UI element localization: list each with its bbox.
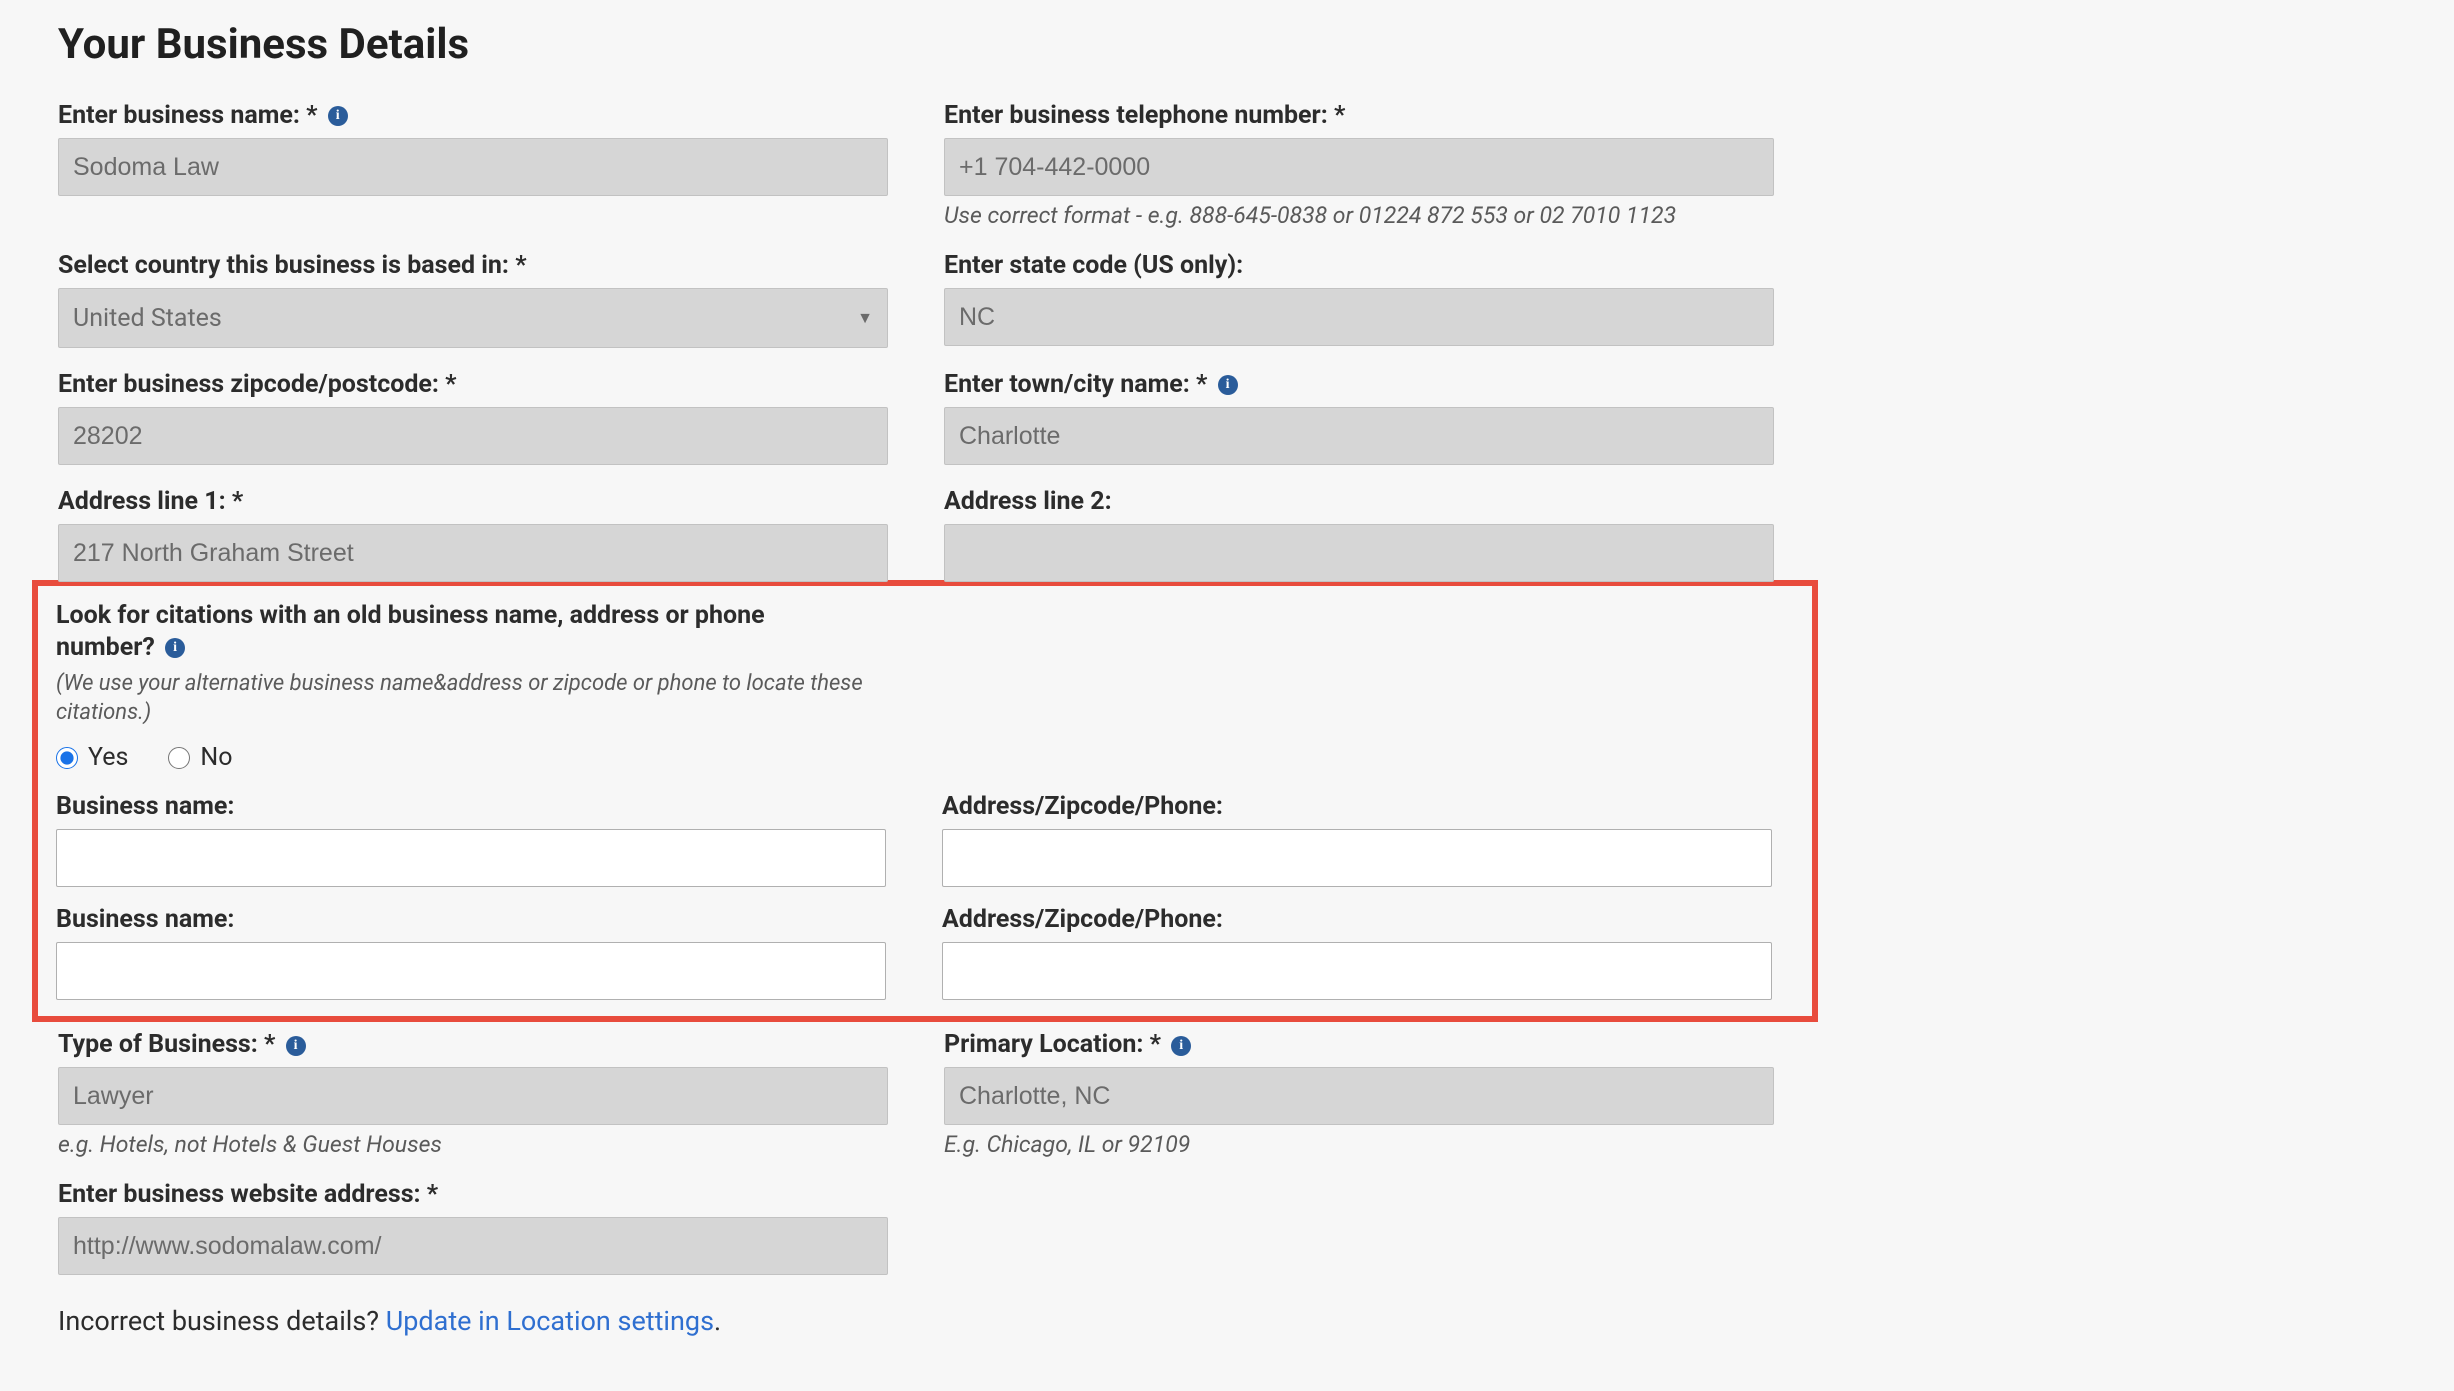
row-country-state: Select country this business is based in… — [58, 251, 1818, 348]
citations-no-label: No — [200, 743, 232, 772]
info-icon[interactable]: i — [1218, 375, 1238, 395]
row-type-location: Type of Business: * i e.g. Hotels, not H… — [58, 1030, 1818, 1158]
footer-prefix: Incorrect business details? — [58, 1305, 386, 1337]
row-website: Enter business website address: * — [58, 1180, 1818, 1275]
town-city-label-text: Enter town/city name: * — [944, 370, 1207, 399]
footer-suffix: . — [714, 1305, 721, 1337]
info-icon[interactable]: i — [165, 638, 185, 658]
citations-highlight-box: Look for citations with an old business … — [32, 580, 1818, 1022]
citations-yes-label: Yes — [88, 743, 128, 772]
primary-location-label-text: Primary Location: * — [944, 1030, 1161, 1059]
business-name-label-text: Enter business name: * — [58, 101, 318, 130]
website-label: Enter business website address: * — [58, 1180, 888, 1209]
business-type-input[interactable] — [58, 1067, 888, 1125]
business-name-input[interactable] — [58, 138, 888, 196]
town-city-label: Enter town/city name: * i — [944, 370, 1774, 399]
alt-row-1: Business name: Address/Zipcode/Phone: — [56, 792, 1794, 887]
business-type-label-text: Type of Business: * — [58, 1030, 275, 1059]
address1-label: Address line 1: * — [58, 487, 888, 516]
alt-address-1-input[interactable] — [942, 829, 1772, 887]
country-selected-value: United States — [73, 304, 222, 333]
town-city-input[interactable] — [944, 407, 1774, 465]
state-code-input[interactable] — [944, 288, 1774, 346]
country-select[interactable]: United States ▼ — [58, 288, 888, 348]
business-type-helper: e.g. Hotels, not Hotels & Guest Houses — [58, 1131, 888, 1158]
zipcode-input[interactable] — [58, 407, 888, 465]
country-label: Select country this business is based in… — [58, 251, 888, 280]
primary-location-input[interactable] — [944, 1067, 1774, 1125]
address2-label: Address line 2: — [944, 487, 1774, 516]
alt-business-name-2-input[interactable] — [56, 942, 886, 1000]
primary-location-helper: E.g. Chicago, IL or 92109 — [944, 1131, 1774, 1158]
citations-label-text: Look for citations with an old business … — [56, 601, 765, 662]
alt-address-1-label: Address/Zipcode/Phone: — [942, 792, 1772, 821]
address2-input[interactable] — [944, 524, 1774, 582]
row-zip-town: Enter business zipcode/postcode: * Enter… — [58, 370, 1818, 465]
citations-no-option[interactable]: No — [168, 743, 232, 772]
address1-input[interactable] — [58, 524, 888, 582]
primary-location-label: Primary Location: * i — [944, 1030, 1774, 1059]
alt-address-2-label: Address/Zipcode/Phone: — [942, 905, 1772, 934]
alt-row-2: Business name: Address/Zipcode/Phone: — [56, 905, 1794, 1000]
row-address: Address line 1: * Address line 2: — [58, 487, 1818, 582]
alt-business-name-1-label: Business name: — [56, 792, 886, 821]
citations-helper: (We use your alternative business name&a… — [56, 670, 876, 727]
citations-radio-group: Yes No — [56, 743, 1794, 772]
business-type-label: Type of Business: * i — [58, 1030, 888, 1059]
info-icon[interactable]: i — [286, 1036, 306, 1056]
update-location-link[interactable]: Update in Location settings — [386, 1305, 714, 1337]
telephone-helper: Use correct format - e.g. 888-645-0838 o… — [944, 202, 1774, 229]
info-icon[interactable]: i — [328, 106, 348, 126]
chevron-down-icon: ▼ — [857, 308, 873, 328]
row-name-phone: Enter business name: * i Enter business … — [58, 101, 1818, 229]
zipcode-label: Enter business zipcode/postcode: * — [58, 370, 888, 399]
page-title: Your Business Details — [58, 20, 1818, 69]
telephone-input[interactable] — [944, 138, 1774, 196]
telephone-label: Enter business telephone number: * — [944, 101, 1774, 130]
citations-yes-radio[interactable] — [56, 747, 78, 769]
alt-business-name-2-label: Business name: — [56, 905, 886, 934]
business-name-label: Enter business name: * i — [58, 101, 888, 130]
alt-business-name-1-input[interactable] — [56, 829, 886, 887]
citations-label: Look for citations with an old business … — [56, 600, 846, 664]
website-input[interactable] — [58, 1217, 888, 1275]
info-icon[interactable]: i — [1171, 1036, 1191, 1056]
footer-text: Incorrect business details? Update in Lo… — [58, 1305, 1818, 1337]
citations-yes-option[interactable]: Yes — [56, 743, 128, 772]
state-code-label: Enter state code (US only): — [944, 251, 1774, 280]
citations-no-radio[interactable] — [168, 747, 190, 769]
alt-address-2-input[interactable] — [942, 942, 1772, 1000]
